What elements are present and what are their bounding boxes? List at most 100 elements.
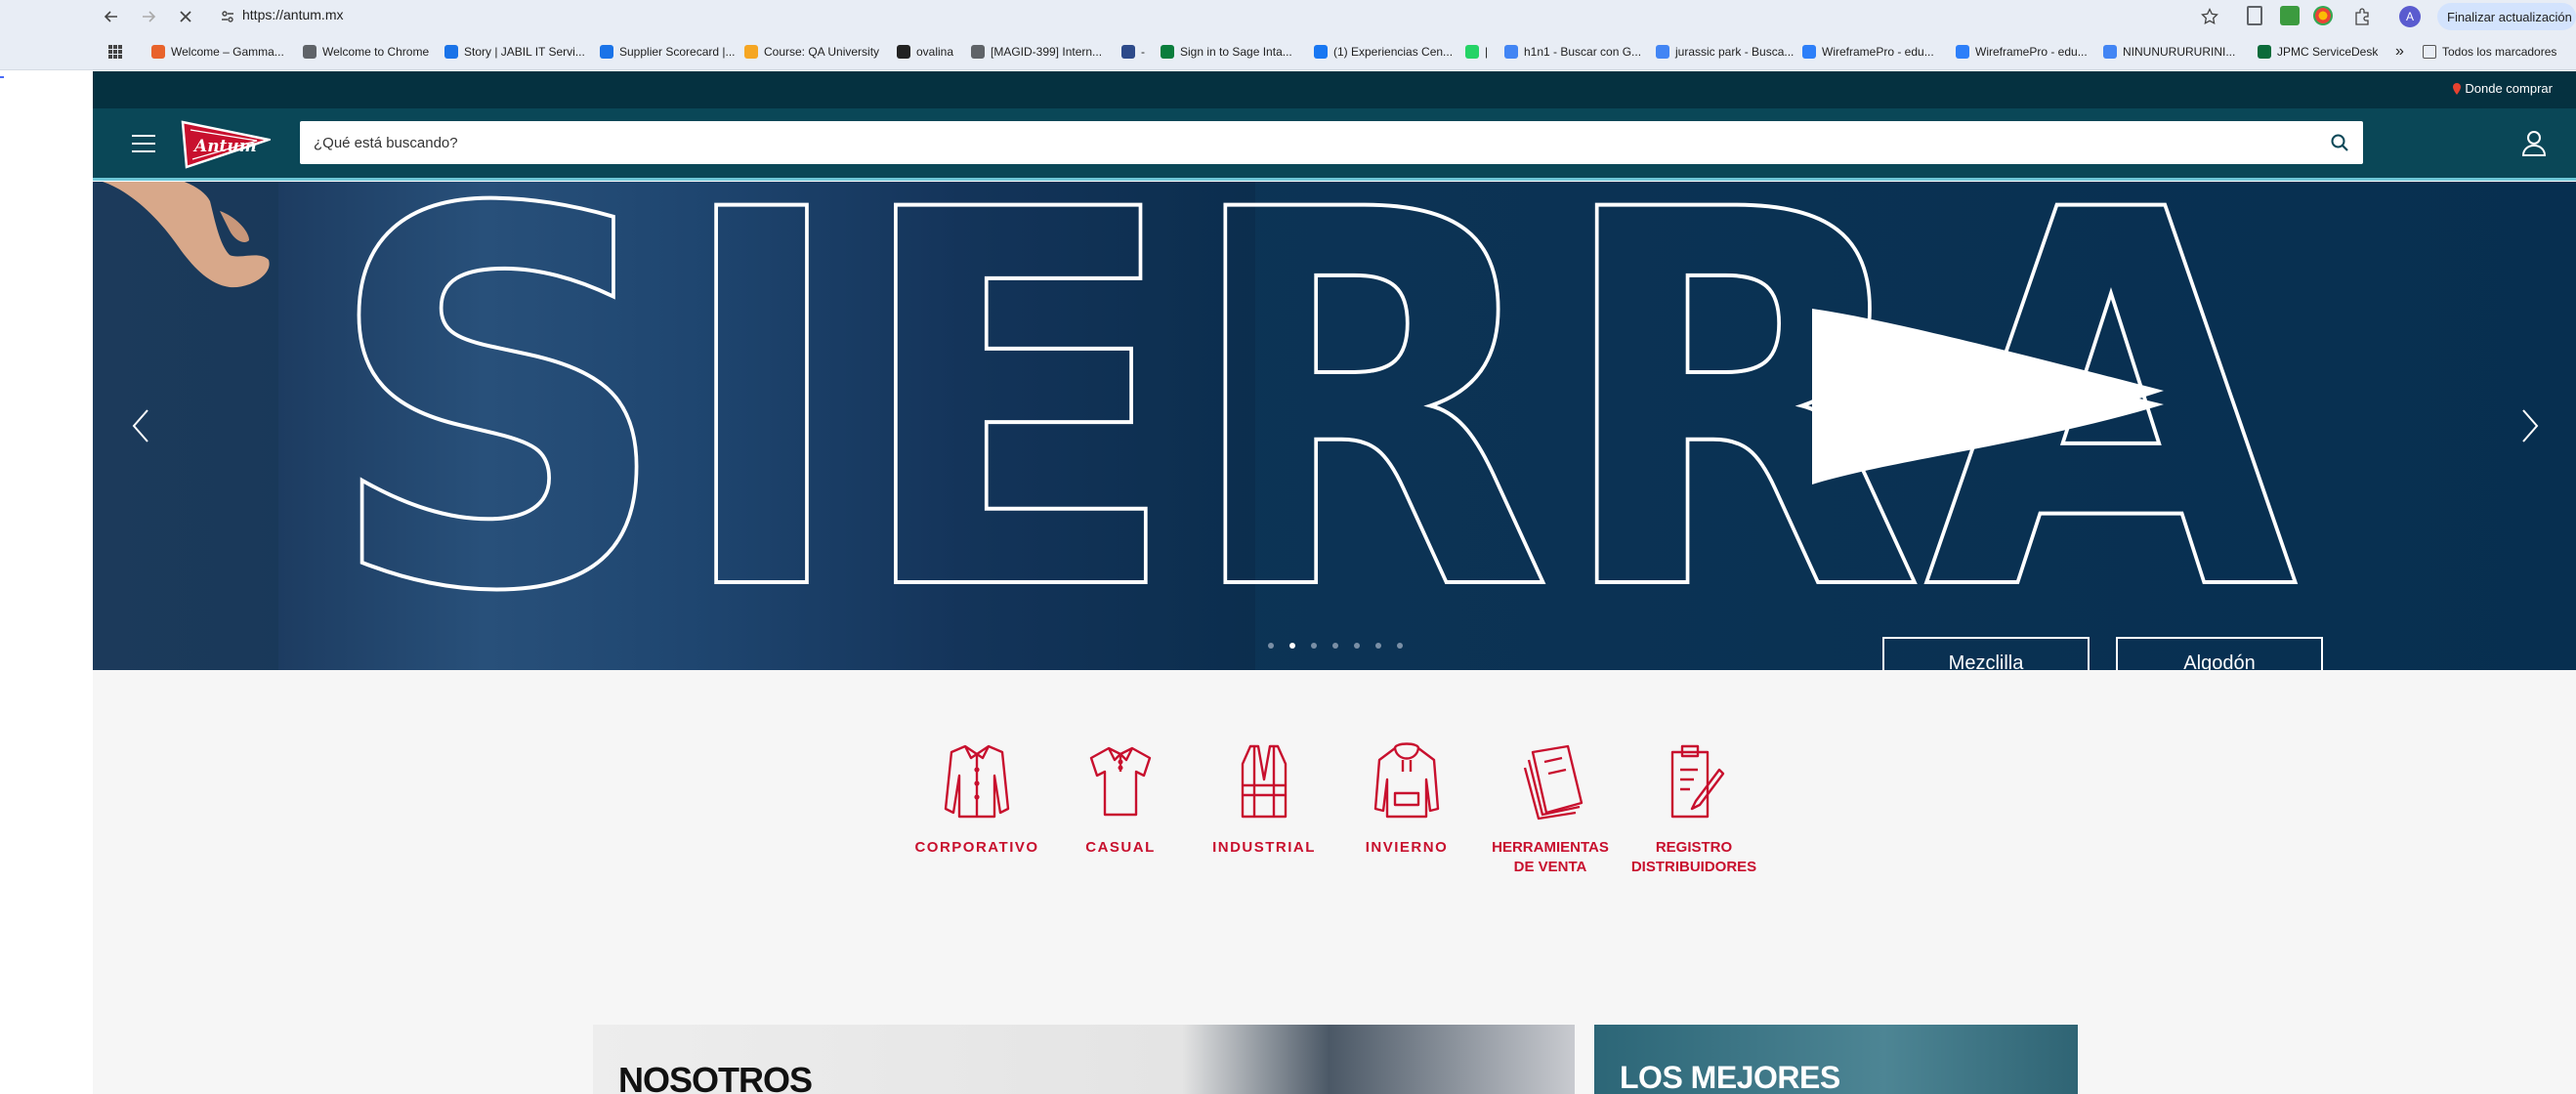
bookmark-item[interactable]: | (1465, 43, 1488, 61)
bookmark-item[interactable]: Story | JABIL IT Servi... (444, 43, 585, 61)
bookmark-item[interactable]: Sign in to Sage Inta... (1161, 43, 1292, 61)
carousel-dot[interactable] (1311, 643, 1317, 649)
bookmarks-bar: Welcome – Gamma... Welcome to Chrome Story… (0, 33, 2576, 70)
menu-button[interactable] (132, 135, 155, 154)
bookmark-label: Supplier Scorecard |... (619, 45, 736, 59)
bookmark-item[interactable]: Supplier Scorecard |... (600, 43, 736, 61)
search-icon[interactable] (2330, 133, 2349, 152)
category-corporativo[interactable]: CORPORATIVO (905, 740, 1049, 858)
profile-avatar[interactable]: A (2399, 6, 2421, 27)
donde-comprar-label: Donde comprar (2465, 81, 2553, 96)
more-bookmarks-button[interactable]: » (2395, 43, 2404, 61)
hoodie-icon (1373, 742, 1440, 819)
category-casual[interactable]: CASUAL (1048, 740, 1193, 858)
menu-line (132, 135, 155, 137)
bookmark-favicon-icon (1504, 45, 1518, 59)
carousel-dot[interactable] (1332, 643, 1338, 649)
bookmark-star-button[interactable] (2198, 5, 2221, 28)
bookmark-favicon-icon (897, 45, 910, 59)
bookmark-label: NINUNURURURINI... (2123, 45, 2236, 59)
category-label: CORPORATIVO (914, 839, 1039, 856)
bookmark-favicon-icon (1465, 45, 1479, 59)
bookmark-label: ovalina (916, 45, 954, 59)
bookmark-label: Welcome to Chrome (322, 45, 430, 59)
extensions-button[interactable] (2350, 5, 2374, 28)
bookmark-item[interactable]: Welcome – Gamma... (151, 43, 284, 61)
category-industrial[interactable]: INDUSTRIAL (1192, 740, 1336, 858)
carousel-dot[interactable] (1375, 643, 1381, 649)
search-input[interactable] (314, 121, 2170, 164)
hero-sierra-graphic: SIERRA (322, 182, 2303, 670)
forward-button[interactable] (137, 5, 160, 28)
stop-button[interactable] (174, 5, 197, 28)
browser-toolbar: https://antum.mx A Finalizar actualizaci… (0, 0, 2576, 33)
close-icon (180, 11, 191, 22)
hero-tag-mezclilla[interactable]: Mezclilla (1882, 637, 2090, 670)
bookmark-item[interactable]: jurassic park - Busca... (1656, 43, 1794, 61)
search-bar (300, 121, 2363, 164)
bookmark-favicon-icon (2258, 45, 2271, 59)
category-invierno[interactable]: INVIERNO (1334, 740, 1479, 858)
bookmark-item[interactable]: Course: QA University (744, 43, 879, 61)
category-label: CASUAL (1085, 839, 1156, 856)
catalog-icon (1523, 744, 1584, 820)
los-mejores-title: LOS MEJORES (1620, 1060, 1840, 1094)
bookmark-item[interactable]: WireframePro - edu... (1956, 43, 2088, 61)
nosotros-title: NOSOTROS (618, 1060, 813, 1094)
bookmark-item[interactable]: - (1121, 43, 1145, 61)
bookmark-label: JPMC ServiceDesk (2277, 45, 2379, 59)
category-label: INVIERNO (1365, 839, 1449, 856)
bookmark-favicon-icon (444, 45, 458, 59)
antum-logo[interactable]: Antum (181, 118, 271, 171)
apps-button[interactable] (107, 43, 123, 61)
bookmark-favicon-icon (2103, 45, 2117, 59)
los-mejores-card[interactable]: LOS MEJORES (1594, 1025, 2078, 1094)
folder-icon (2423, 45, 2436, 59)
address-bar[interactable] (213, 3, 2288, 30)
bookmark-favicon-icon (1121, 45, 1135, 59)
bookmark-item[interactable]: [MAGID-399] Intern... (971, 43, 1102, 61)
bookmark-item[interactable]: Welcome to Chrome (303, 43, 429, 61)
category-herramientas[interactable]: HERRAMIENTAS DE VENTA (1478, 740, 1623, 877)
url-text: https://antum.mx (242, 7, 344, 22)
bookmark-favicon-icon (1956, 45, 1969, 59)
all-bookmarks-folder[interactable]: Todos los marcadores (2423, 43, 2556, 61)
carousel-dot[interactable] (1354, 643, 1360, 649)
update-chrome-button[interactable]: Finalizar actualización (2437, 3, 2576, 30)
carousel-dot[interactable] (1397, 643, 1403, 649)
category-label: INDUSTRIAL (1212, 839, 1316, 856)
bookmark-favicon-icon (744, 45, 758, 59)
bookmark-favicon-icon (303, 45, 317, 59)
site-settings-icon (222, 11, 233, 22)
user-account-icon[interactable] (2521, 130, 2547, 157)
bookmark-item[interactable]: WireframePro - edu... (1802, 43, 1934, 61)
carousel-dot[interactable] (1268, 643, 1274, 649)
bookmark-favicon-icon (1161, 45, 1174, 59)
bookmark-item[interactable]: ovalina (897, 43, 953, 61)
bookmark-favicon-icon (1314, 45, 1328, 59)
shirt-icon (944, 744, 1010, 819)
carousel-dot[interactable] (1289, 643, 1295, 649)
bookmark-item[interactable]: h1n1 - Buscar con G... (1504, 43, 1641, 61)
extension-doc-icon[interactable] (2247, 6, 2262, 25)
arrow-left-icon (104, 11, 117, 22)
category-registro[interactable]: REGISTRO DISTRIBUIDORES (1622, 740, 1766, 877)
bookmark-favicon-icon (600, 45, 613, 59)
bookmark-label: | (1485, 45, 1489, 59)
back-button[interactable] (100, 5, 123, 28)
bookmark-favicon-icon (971, 45, 985, 59)
hero-tag-algodon[interactable]: Algodón (2116, 637, 2323, 670)
bookmark-label: h1n1 - Buscar con G... (1524, 45, 1642, 59)
bookmark-item[interactable]: JPMC ServiceDesk (2258, 43, 2378, 61)
location-pin-icon (2453, 82, 2462, 95)
puzzle-icon (2355, 8, 2369, 25)
carousel-prev-button[interactable] (130, 406, 153, 445)
nosotros-card[interactable]: NOSOTROS (593, 1025, 1575, 1094)
extension-sheet-icon[interactable] (2280, 6, 2300, 25)
carousel-next-button[interactable] (2517, 406, 2541, 445)
extension-color-icon[interactable] (2313, 6, 2333, 25)
bookmark-favicon-icon (151, 45, 165, 59)
bookmark-item[interactable]: (1) Experiencias Cen... (1314, 43, 1453, 61)
donde-comprar-link[interactable]: Donde comprar (2453, 81, 2553, 96)
bookmark-item[interactable]: NINUNURURURINI... (2103, 43, 2235, 61)
